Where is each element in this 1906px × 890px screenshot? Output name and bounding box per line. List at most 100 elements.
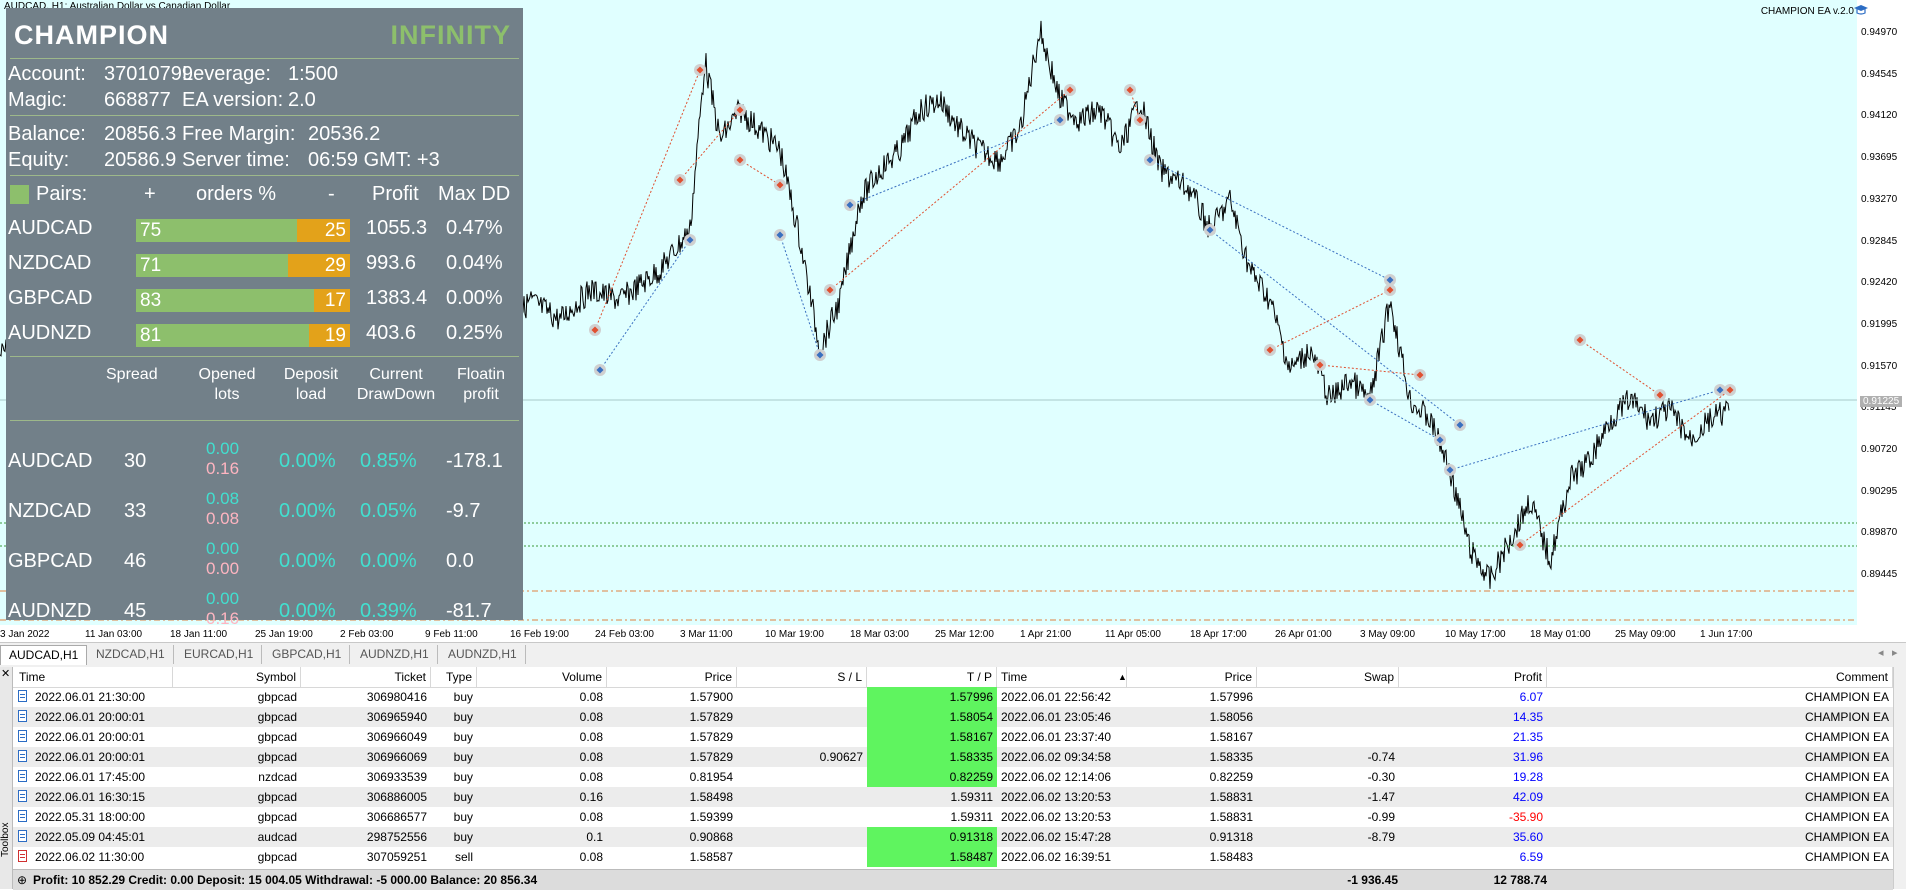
table-scrollbar[interactable] — [1893, 667, 1906, 889]
table-row[interactable]: 2022.06.01 21:30:00 gbpcad 306980416 buy 0.0… — [13, 687, 1893, 707]
stats-lots-buy: 0.00 — [206, 589, 240, 608]
column-header[interactable]: Price — [607, 667, 737, 687]
cell-price: 1.58498 — [689, 790, 733, 804]
cell-volume: 0.08 — [579, 690, 603, 704]
column-header[interactable]: Profit — [1399, 667, 1547, 687]
column-header[interactable]: Ticket — [301, 667, 431, 687]
orders-percent-bar: 81 19 — [136, 324, 350, 347]
table-row[interactable]: 2022.06.01 20:00:01 gbpcad 306966069 buy 0.0… — [13, 747, 1893, 767]
column-header[interactable]: Volume — [477, 667, 607, 687]
cell-comment: CHAMPION EA — [1804, 690, 1889, 704]
cell-profit: 42.09 — [1512, 790, 1543, 804]
time-axis-label: 24 Feb 03:00 — [595, 629, 654, 640]
order-document-icon — [18, 810, 27, 822]
stats-pair-name: NZDCAD — [8, 500, 92, 522]
stats-drawdown: 0.05% — [360, 500, 417, 522]
column-header[interactable]: Time — [15, 667, 173, 687]
expand-icon[interactable]: ⊕ — [17, 870, 27, 890]
tab-chart[interactable]: AUDCAD,H1 — [0, 645, 88, 665]
toolbox-sidebar[interactable]: ✕ Toolbox — [0, 667, 13, 889]
cell-sl — [737, 767, 867, 787]
cell-swap — [1257, 847, 1399, 867]
cell-type: buy — [453, 730, 473, 744]
tab-chart[interactable]: AUDNZD,H1 — [440, 645, 526, 664]
order-document-icon — [18, 790, 27, 802]
cell-time2: 2022.06.01 22:56:42 — [1001, 690, 1112, 704]
stats-header-spread: Spread — [106, 366, 158, 383]
tab-scroll-left-icon[interactable]: ◂ — [1878, 646, 1884, 659]
cell-symbol: gbpcad — [257, 750, 297, 764]
balance-label: Balance: — [8, 123, 86, 145]
stats-header-opened-line2: lots — [214, 386, 240, 403]
column-header[interactable]: Swap — [1257, 667, 1399, 687]
stats-spread: 46 — [124, 550, 147, 572]
orders-plus-value: 83 — [140, 290, 162, 311]
column-header[interactable]: Comment — [1547, 667, 1893, 687]
price-axis-label: 0.90720 — [1861, 444, 1898, 455]
tab-scroll-right-icon[interactable]: ▸ — [1892, 646, 1898, 659]
cell-time: 2022.06.02 11:30:00 — [35, 850, 145, 864]
time-axis-label: 18 May 01:00 — [1530, 629, 1591, 640]
cell-comment: CHAMPION EA — [1804, 750, 1889, 764]
cell-comment: CHAMPION EA — [1804, 790, 1889, 804]
table-row[interactable]: 2022.06.01 17:45:00 nzdcad 306933539 buy 0.0… — [13, 767, 1893, 787]
column-header[interactable]: Symbol — [173, 667, 301, 687]
cell-profit: 19.28 — [1512, 770, 1543, 784]
table-row[interactable]: 2022.06.01 20:00:01 gbpcad 306965940 buy 0.0… — [13, 707, 1893, 727]
account-label: Account: — [8, 63, 86, 85]
order-document-icon — [18, 710, 27, 722]
toolbox-label: Toolbox — [0, 822, 11, 857]
cell-symbol: gbpcad — [257, 790, 297, 804]
cell-tp: 1.58054 — [867, 707, 997, 727]
server-time-label: Server time: — [182, 149, 290, 171]
trade-connector — [1319, 364, 1421, 376]
column-header[interactable]: Price — [1127, 667, 1257, 687]
cell-sl — [737, 847, 867, 867]
cell-volume: 0.08 — [579, 770, 603, 784]
sort-ascending-icon[interactable]: ▲ — [1118, 667, 1127, 687]
ea-version-label: EA version: — [182, 89, 284, 111]
cell-swap: -0.74 — [1367, 750, 1395, 764]
price-axis-label: 0.91570 — [1861, 360, 1898, 372]
tab-chart[interactable]: NZDCAD,H1 — [88, 645, 174, 664]
table-row[interactable]: 2022.06.01 16:30:15 gbpcad 306886005 buy 0.1… — [13, 787, 1893, 807]
close-icon[interactable]: ✕ — [1, 667, 10, 680]
cell-type: buy — [453, 790, 473, 804]
cell-symbol: gbpcad — [257, 730, 297, 744]
cell-time: 2022.05.31 18:00:00 — [35, 810, 146, 824]
cell-sl — [737, 727, 867, 747]
column-header[interactable]: Type — [431, 667, 477, 687]
column-header[interactable]: Time — [997, 667, 1127, 687]
tab-chart[interactable]: GBPCAD,H1 — [264, 645, 351, 664]
pairs-color-square — [10, 185, 29, 204]
tab-chart[interactable]: AUDNZD,H1 — [352, 645, 438, 664]
cell-tp: 1.58167 — [867, 727, 997, 747]
orders-percent-bar: 75 25 — [136, 219, 350, 242]
cell-price2: 1.58831 — [1209, 810, 1253, 824]
cell-profit: 6.07 — [1519, 690, 1543, 704]
cell-swap: -0.99 — [1367, 810, 1395, 824]
stats-lots-sell: 0.16 — [206, 609, 240, 628]
stats-spread: 33 — [124, 500, 147, 522]
time-axis-label: 11 Apr 05:00 — [1105, 629, 1161, 640]
trade-connector — [849, 119, 1061, 206]
stats-spread: 30 — [124, 450, 147, 472]
time-axis-label: 3 Mar 11:00 — [680, 629, 733, 640]
pair-maxdd: 0.04% — [446, 252, 503, 274]
tab-chart[interactable]: EURCAD,H1 — [176, 645, 263, 664]
time-axis-label: 3 Jan 2022 — [0, 629, 50, 640]
cell-price: 0.90868 — [689, 830, 733, 844]
divider — [10, 175, 519, 176]
column-header[interactable]: T / P — [867, 667, 997, 687]
table-row[interactable]: 2022.06.02 11:30:00 gbpcad 307059251 sell 0.… — [13, 847, 1893, 867]
table-row[interactable]: 2022.06.01 20:00:01 gbpcad 306966049 buy 0.0… — [13, 727, 1893, 747]
cell-price2: 1.58483 — [1209, 850, 1253, 864]
chart-window[interactable]: AUDCAD, H1: Australian Dollar vs Canadia… — [0, 0, 1906, 640]
table-row[interactable]: 2022.05.31 18:00:00 gbpcad 306686577 buy 0.0… — [13, 807, 1893, 827]
column-header[interactable]: S / L — [737, 667, 867, 687]
cell-sl — [737, 687, 867, 707]
table-row[interactable]: 2022.05.09 04:45:01 audcad 298752556 buy 0.1… — [13, 827, 1893, 847]
stats-header-deposit-line2: load — [295, 386, 327, 403]
cell-tp: 1.58487 — [867, 847, 997, 867]
stats-drawdown: 0.85% — [360, 450, 417, 472]
